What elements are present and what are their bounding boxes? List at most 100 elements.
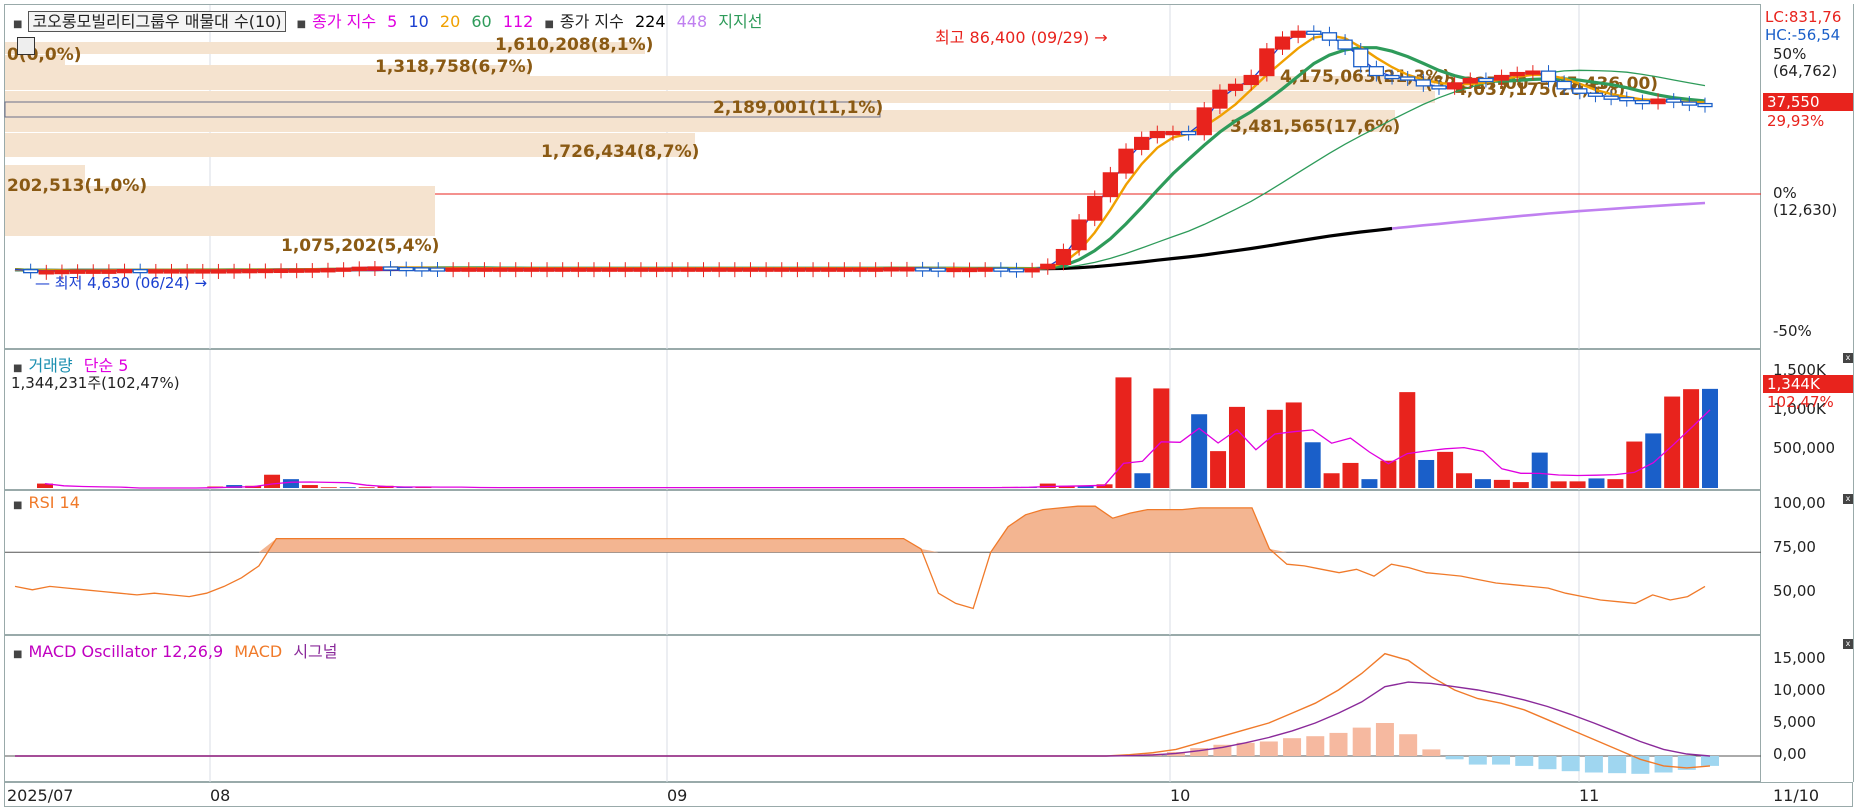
macd-pane[interactable]: ■ MACD Oscillator 12,26,9 MACD 시그널 — [4, 635, 1762, 783]
close-icon[interactable]: x — [1843, 639, 1853, 649]
candle-body — [85, 269, 101, 274]
rsi-legend: ■ RSI 14 — [13, 493, 86, 512]
volume-bar — [1399, 392, 1416, 488]
macd-oscillator-bar — [1399, 734, 1418, 756]
scale-minus50pct: -50% — [1773, 322, 1812, 340]
candle-body — [1353, 48, 1369, 68]
ma60-label: 60 — [471, 12, 492, 31]
macd-scale-0: 0,00 — [1773, 745, 1807, 763]
macd-legend: ■ MACD Oscillator 12,26,9 MACD 시그널 — [13, 638, 344, 662]
candle-body — [1306, 30, 1322, 35]
macd-oscillator-bar — [1445, 756, 1464, 760]
volume-bar — [1210, 451, 1227, 488]
rsi-pane[interactable]: ■ RSI 14 — [4, 490, 1762, 636]
x-axis[interactable]: 2025/07 08 09 10 11 11/10 — [4, 782, 1853, 807]
volume-bar — [320, 487, 337, 488]
volume-bar — [1323, 473, 1340, 488]
candle-body — [555, 267, 571, 272]
candle-body — [914, 267, 931, 272]
volume-profile-label: 1,610,208(8,1%) — [495, 35, 653, 55]
candle-body — [1384, 74, 1400, 80]
volume-profile-label: 1,318,758(6,7%) — [375, 57, 533, 77]
macd-oscillator-bar — [1329, 732, 1348, 756]
legend-handle-icon[interactable]: ■ — [13, 649, 22, 660]
crosshair-toggle-icon[interactable] — [17, 37, 35, 55]
candle-body — [22, 269, 39, 274]
candle-body — [304, 268, 320, 273]
macd-oscillator-bar — [1561, 756, 1580, 772]
candle-body — [711, 267, 727, 272]
candle-body — [1572, 88, 1588, 94]
candle-body — [445, 267, 461, 272]
macd-oscillator-bar — [1259, 741, 1278, 756]
legend-handle-icon[interactable]: ■ — [13, 500, 22, 511]
candle-body — [1196, 107, 1212, 136]
volume-bar — [1702, 388, 1718, 488]
candle-body — [69, 269, 86, 274]
candle-body — [617, 267, 633, 272]
volume-readout: 1,344,231주(102,47%) — [11, 374, 180, 392]
rsi-scale: x 100,00 75,00 50,00 — [1761, 490, 1854, 635]
macd-oscillator-bar — [1236, 742, 1255, 756]
candle-body — [1493, 74, 1510, 81]
volume-pane[interactable]: ■ 거래량 단순 5 1,344,231주(102,47%) — [4, 349, 1761, 491]
candle-body — [461, 267, 477, 272]
volume-bar — [1550, 481, 1567, 488]
volume-bar — [339, 487, 356, 488]
candle-body — [148, 269, 164, 274]
price-legend: ■ 코오롱모빌리티그룹우 매물대 수(10) ■ 종가 지수 5 10 20 60 … — [13, 8, 768, 32]
candle-body — [805, 267, 821, 272]
candle-body — [1337, 39, 1353, 50]
candle-body — [1634, 99, 1651, 105]
candle-body — [210, 269, 227, 274]
macd-oscillator-bar — [1515, 756, 1534, 766]
current-price-tag: 37,550 — [1763, 93, 1853, 111]
volume-bar — [301, 485, 318, 488]
stock-title[interactable]: 코오롱모빌리티그룹우 매물대 수(10) — [28, 11, 286, 32]
ma-label: 종가 지수 — [312, 12, 377, 31]
volume-bar — [1437, 451, 1454, 488]
candle-body — [883, 267, 899, 272]
candle-body — [398, 266, 414, 272]
candle-body — [242, 269, 258, 274]
legend-handle-icon[interactable]: ■ — [13, 19, 22, 30]
volume-bar — [1380, 460, 1397, 488]
volume-bar — [1153, 388, 1170, 488]
candle-body — [101, 269, 117, 274]
volume-bar — [1645, 433, 1662, 488]
volume-bar — [1569, 481, 1586, 488]
volume-scale: x 1,500K 1,000K 500,000 1,344K 102,47% — [1761, 349, 1854, 490]
volume-bar — [1361, 479, 1378, 488]
macd-oscillator-bar — [1608, 756, 1627, 774]
macd-scale-5000: 5,000 — [1773, 713, 1816, 731]
close-icon[interactable]: x — [1843, 353, 1853, 363]
volume-bar — [1493, 479, 1510, 488]
lc-readout: LC:831,76 — [1765, 8, 1842, 26]
price-scale: LC:831,76 HC:-56,54 50% (64,762) 0% (12,… — [1761, 4, 1854, 349]
candle-body — [179, 269, 195, 274]
volume-bar — [1474, 479, 1491, 488]
price-pane[interactable]: 1,610,208(8,1%) 0(0,0%) 1,318,758(6,7%) 4,1… — [4, 4, 1762, 350]
volume-profile-band — [5, 110, 1395, 132]
ma10-label: 10 — [408, 12, 429, 31]
volume-bar — [1418, 459, 1435, 488]
candle-body — [1055, 248, 1072, 266]
macd-scale-15000: 15,000 — [1773, 649, 1826, 667]
candle-body — [1400, 76, 1416, 81]
volume-bar — [1228, 406, 1245, 488]
candle-body — [1180, 130, 1197, 136]
candle-body — [1008, 268, 1025, 273]
legend-handle-icon[interactable]: ■ — [544, 19, 553, 30]
candle-body — [1556, 80, 1572, 90]
volume-bar — [1115, 377, 1132, 488]
candle-body — [1071, 219, 1087, 251]
candle-body — [1290, 30, 1306, 38]
candle-body — [257, 268, 274, 274]
legend-handle-icon[interactable]: ■ — [297, 19, 306, 30]
close-icon[interactable]: x — [1843, 494, 1853, 504]
candle-body — [758, 267, 774, 272]
candle-body — [429, 267, 446, 272]
volume-bar — [1588, 478, 1605, 488]
volume-bar — [358, 487, 375, 488]
hc-readout: HC:-56,54 — [1765, 26, 1841, 44]
